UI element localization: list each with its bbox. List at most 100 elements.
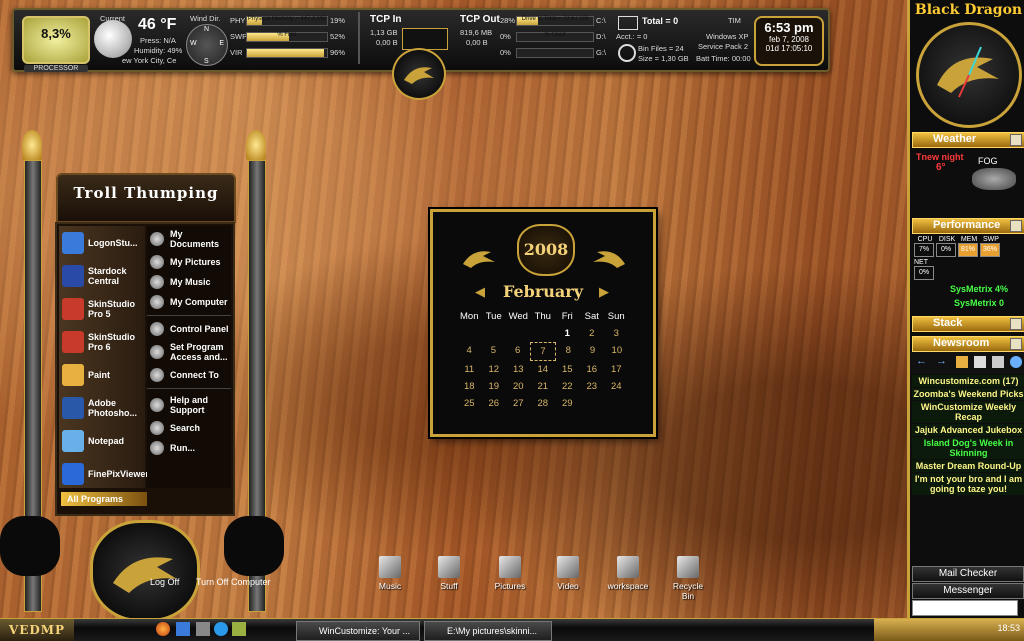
start-menu-place[interactable]: Control Panel xyxy=(147,315,231,339)
shortcut-label: Music xyxy=(378,581,402,591)
start-button[interactable]: VEDMP xyxy=(0,619,74,641)
weather-header[interactable]: Weather xyxy=(912,132,1024,148)
desktop-shortcut[interactable]: Music xyxy=(368,556,412,591)
mail-checker-button[interactable]: Mail Checker xyxy=(912,566,1024,582)
desktop-shortcut[interactable]: Stuff xyxy=(427,556,471,591)
start-menu-place[interactable]: My Computer xyxy=(147,292,231,312)
news-item[interactable]: Master Dream Round-Up xyxy=(912,460,1024,472)
start-menu-place[interactable]: Connect To xyxy=(147,365,231,385)
news-item[interactable]: Wincustomize.com (17) xyxy=(912,375,1024,387)
week-row: 25 26 27 28 29 xyxy=(457,395,629,412)
start-menu-program[interactable]: FinePixViewer xyxy=(59,457,149,490)
calendar-day[interactable]: 3 xyxy=(604,325,629,342)
calendar-day[interactable]: 13 xyxy=(506,361,531,378)
skype-icon[interactable] xyxy=(214,622,228,636)
globe-icon[interactable] xyxy=(1010,356,1022,368)
start-menu-place[interactable]: Set Program Access and... xyxy=(147,339,231,365)
news-item[interactable]: Jajuk Advanced Jukebox xyxy=(912,424,1024,436)
start-menu-program[interactable]: Paint xyxy=(59,358,145,391)
drive-percent: 0% xyxy=(500,32,511,41)
calendar-day[interactable]: 17 xyxy=(604,361,629,378)
calendar-day[interactable]: 2 xyxy=(580,325,605,342)
desktop-shortcut[interactable]: workspace xyxy=(606,556,650,591)
start-menu-place[interactable]: My Pictures xyxy=(147,252,231,272)
news-item[interactable]: WinCustomize Weekly Recap xyxy=(912,401,1024,423)
calendar-day[interactable]: 6 xyxy=(506,342,530,359)
perf-labels: CPU DISK MEM SWP xyxy=(914,236,1023,243)
start-menu-program[interactable]: Stardock Central xyxy=(59,259,145,292)
drive-bar-text: Drive C Total = 72,67 GB xyxy=(521,16,589,22)
start-menu-place[interactable]: My Documents xyxy=(147,226,231,252)
feed-icon[interactable] xyxy=(956,356,968,368)
calendar-day[interactable]: 20 xyxy=(506,378,531,395)
forward-icon[interactable]: → xyxy=(936,355,947,367)
page-icon[interactable] xyxy=(974,356,986,368)
desktop-shortcut[interactable]: Recycle Bin xyxy=(666,556,710,601)
place-label: Connect To xyxy=(170,370,219,380)
newsroom-header[interactable]: Newsroom xyxy=(912,336,1024,352)
turn-off-button[interactable]: Turn Off Computer xyxy=(196,577,271,587)
calendar-day[interactable]: 29 xyxy=(555,395,580,412)
quicklaunch-icon[interactable] xyxy=(176,622,190,636)
news-item[interactable]: I'm not your bro and I am going to taze … xyxy=(912,473,1024,495)
performance-header[interactable]: Performance xyxy=(912,218,1024,234)
calendar-day[interactable]: 26 xyxy=(482,395,507,412)
calendar-day[interactable]: 12 xyxy=(482,361,507,378)
weather-settings-icon[interactable] xyxy=(1010,134,1022,146)
task-button-explorer[interactable]: E:\My pictures\skinni... xyxy=(424,621,552,641)
newsroom-settings-icon[interactable] xyxy=(1010,338,1022,350)
calendar-day[interactable]: 21 xyxy=(531,378,556,395)
calendar-day[interactable]: 16 xyxy=(580,361,605,378)
calendar-day[interactable]: 19 xyxy=(482,378,507,395)
start-menu-program[interactable]: SkinStudio Pro 5 xyxy=(59,292,145,325)
firefox-icon[interactable] xyxy=(156,622,170,636)
performance-settings-icon[interactable] xyxy=(1010,220,1022,232)
start-menu-program[interactable]: Adobe Photosho... xyxy=(59,391,145,424)
calendar-day[interactable]: 11 xyxy=(457,361,482,378)
back-icon[interactable]: ← xyxy=(916,355,927,367)
sysmetrix-cpu: SysMetrix 4% xyxy=(950,284,1009,294)
calendar-day[interactable]: 22 xyxy=(555,378,580,395)
list-icon[interactable] xyxy=(992,356,1004,368)
calendar-day[interactable]: 8 xyxy=(556,342,580,359)
calendar-today[interactable]: 7 xyxy=(529,342,557,361)
news-item[interactable]: Zoomba's Weekend Picks xyxy=(912,388,1024,400)
next-month-button[interactable]: ▶ xyxy=(599,284,609,300)
calendar-day[interactable]: 18 xyxy=(457,378,482,395)
sidebar-search-input[interactable] xyxy=(912,600,1018,616)
calendar-day[interactable]: 5 xyxy=(481,342,505,359)
calendar-day[interactable]: 24 xyxy=(604,378,629,395)
stack-settings-icon[interactable] xyxy=(1010,318,1022,330)
calendar-day[interactable]: 23 xyxy=(580,378,605,395)
task-button-browser[interactable]: WinCustomize: Your ... xyxy=(296,621,420,641)
start-menu-program[interactable]: LogonStu... xyxy=(59,226,145,259)
desktop-shortcut[interactable]: Video xyxy=(546,556,590,591)
desktop-shortcut[interactable]: Pictures xyxy=(488,556,532,591)
stack-header[interactable]: Stack xyxy=(912,316,1024,332)
start-menu-program[interactable]: SkinStudio Pro 6 xyxy=(59,325,145,358)
calendar-day[interactable]: 9 xyxy=(580,342,604,359)
weekday-label: Mon xyxy=(460,311,479,322)
humidity: Humidity: 49% xyxy=(134,46,183,55)
calendar-day[interactable]: 10 xyxy=(605,342,629,359)
start-menu-place[interactable]: Help and Support xyxy=(147,388,231,418)
calendar-day[interactable]: 27 xyxy=(506,395,531,412)
place-icon xyxy=(150,441,164,455)
quicklaunch-icon[interactable] xyxy=(232,622,246,636)
start-menu-place[interactable]: My Music xyxy=(147,272,231,292)
quicklaunch-icon[interactable] xyxy=(196,622,210,636)
calendar-day[interactable]: 15 xyxy=(555,361,580,378)
start-menu-program[interactable]: Notepad xyxy=(59,424,145,457)
calendar-day[interactable]: 1 xyxy=(555,325,580,342)
start-menu-place[interactable]: Search xyxy=(147,418,231,438)
start-menu-place[interactable]: Run... xyxy=(147,438,231,458)
news-item[interactable]: Island Dog's Week in Skinning xyxy=(912,437,1024,459)
calendar-day[interactable]: 28 xyxy=(531,395,556,412)
log-off-button[interactable]: Log Off xyxy=(150,577,179,587)
calendar-day[interactable]: 4 xyxy=(457,342,481,359)
messenger-button[interactable]: Messenger xyxy=(912,583,1024,599)
calendar-day[interactable]: 25 xyxy=(457,395,482,412)
shortcut-label: Stuff xyxy=(440,581,458,591)
all-programs-button[interactable]: All Programs xyxy=(61,492,147,506)
calendar-day[interactable]: 14 xyxy=(531,361,556,378)
